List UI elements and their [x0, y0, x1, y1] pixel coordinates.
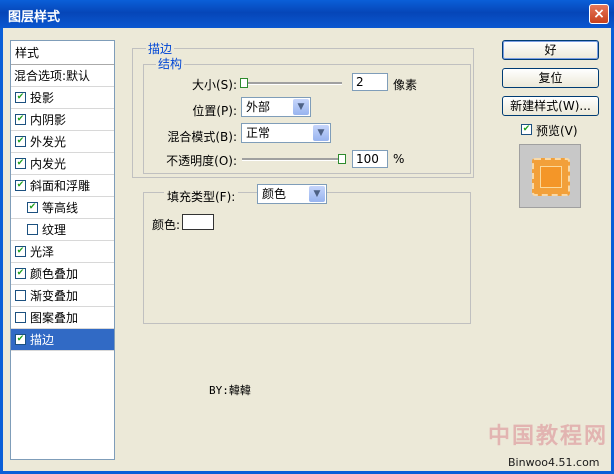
style-checkbox[interactable] — [15, 290, 26, 301]
style-checkbox[interactable]: ✔ — [15, 158, 26, 169]
style-checkbox[interactable] — [27, 224, 38, 235]
preview-checkbox[interactable]: ✔ — [521, 124, 532, 135]
style-list-item-label: 内阴影 — [30, 113, 67, 127]
opacity-label: 不透明度(O): — [166, 154, 237, 168]
position-label: 位置(P): — [192, 104, 237, 118]
style-list: 样式 混合选项:默认 ✔ 投影 ✔ 内阴影 ✔ 外发光 ✔ 内发光 ✔ 斜面和浮雕 ✔ 等高线纹理 ✔ 光… — [10, 40, 115, 460]
preview-inner-shape — [540, 166, 562, 188]
opacity-slider-track[interactable] — [242, 158, 342, 161]
close-button[interactable]: × — [589, 4, 609, 24]
position-value: 外部 — [246, 100, 271, 114]
position-select[interactable]: 外部 ▼ — [241, 97, 311, 117]
style-list-item-label: 斜面和浮雕 — [30, 179, 91, 193]
size-slider-track[interactable] — [242, 82, 342, 85]
chevron-down-icon: ▼ — [293, 99, 309, 115]
opacity-value: 100 — [356, 152, 379, 166]
style-checkbox[interactable]: ✔ — [15, 92, 26, 103]
opacity-slider-thumb[interactable] — [338, 154, 346, 164]
close-icon: × — [593, 6, 605, 22]
size-value: 2 — [356, 75, 364, 89]
fill-group — [143, 192, 471, 324]
fill-type-label: 填充类型(F): — [164, 188, 239, 205]
color-label: 颜色: — [152, 218, 181, 232]
preview-label: 预览(V) — [536, 124, 578, 138]
watermark-site: Binwoo4.51.com — [508, 456, 600, 469]
size-slider-thumb[interactable] — [240, 78, 248, 88]
style-list-item-label: 投影 — [30, 91, 55, 105]
ok-button[interactable]: 好 — [502, 40, 599, 60]
fill-type-value: 颜色 — [262, 187, 287, 201]
style-list-item-label: 纹理 — [42, 223, 67, 237]
chevron-down-icon: ▼ — [313, 125, 329, 141]
style-list-item[interactable]: ✔ 描边 — [11, 329, 114, 351]
chevron-down-icon: ▼ — [309, 186, 325, 202]
style-list-item-label: 外发光 — [30, 135, 67, 149]
style-checkbox[interactable]: ✔ — [15, 180, 26, 191]
style-list-item-label: 内发光 — [30, 157, 67, 171]
style-list-item[interactable]: ✔ 内阴影 — [11, 109, 114, 131]
style-list-item-label: 颜色叠加 — [30, 267, 79, 281]
style-list-item[interactable]: ✔ 投影 — [11, 87, 114, 109]
ok-label: 好 — [544, 43, 557, 57]
style-list-item-label: 图案叠加 — [30, 311, 79, 325]
style-list-item[interactable]: 渐变叠加 — [11, 285, 114, 307]
new-style-label: 新建样式(W)... — [510, 99, 591, 113]
style-list-item[interactable]: 图案叠加 — [11, 307, 114, 329]
reset-button[interactable]: 复位 — [502, 68, 599, 88]
fill-type-select[interactable]: 颜色 ▼ — [257, 184, 327, 204]
size-unit: 像素 — [393, 78, 418, 92]
new-style-button[interactable]: 新建样式(W)... — [502, 96, 599, 116]
reset-label: 复位 — [538, 71, 563, 85]
blend-options-item[interactable]: 混合选项:默认 — [11, 65, 114, 87]
style-checkbox[interactable]: ✔ — [15, 334, 26, 345]
style-checkbox[interactable]: ✔ — [15, 136, 26, 147]
preview-shape — [532, 158, 570, 196]
style-list-header[interactable]: 样式 — [11, 41, 114, 65]
style-list-item-label: 描边 — [30, 333, 55, 347]
style-list-item[interactable]: ✔ 内发光 — [11, 153, 114, 175]
style-checkbox[interactable]: ✔ — [27, 202, 38, 213]
opacity-unit: % — [393, 152, 405, 166]
blend-mode-select[interactable]: 正常 ▼ — [241, 123, 331, 143]
blend-mode-label: 混合模式(B): — [167, 130, 237, 144]
blend-options-label: 混合选项:默认 — [14, 69, 91, 83]
color-swatch[interactable] — [182, 214, 214, 230]
style-list-item-label: 等高线 — [42, 201, 79, 215]
style-checkbox[interactable]: ✔ — [15, 114, 26, 125]
style-list-item-label: 渐变叠加 — [30, 289, 79, 303]
title-bar: 图层样式 × — [0, 0, 614, 28]
style-list-item[interactable]: ✔ 等高线 — [11, 197, 114, 219]
style-list-item[interactable]: ✔ 光泽 — [11, 241, 114, 263]
style-list-item[interactable]: ✔ 颜色叠加 — [11, 263, 114, 285]
size-input[interactable]: 2 — [352, 73, 388, 91]
structure-group-title: 结构 — [156, 55, 185, 72]
style-preview-thumbnail — [519, 144, 581, 208]
blend-mode-value: 正常 — [246, 126, 271, 140]
window-title: 图层样式 — [8, 10, 61, 25]
watermark-logo: 中国教程网 — [488, 424, 609, 449]
opacity-input[interactable]: 100 — [352, 150, 388, 168]
style-checkbox[interactable] — [15, 312, 26, 323]
style-list-item[interactable]: ✔ 外发光 — [11, 131, 114, 153]
style-list-item[interactable]: 纹理 — [11, 219, 114, 241]
style-checkbox[interactable]: ✔ — [15, 268, 26, 279]
style-list-item[interactable]: ✔ 斜面和浮雕 — [11, 175, 114, 197]
style-list-item-label: 光泽 — [30, 245, 55, 259]
style-checkbox[interactable]: ✔ — [15, 246, 26, 257]
size-label: 大小(S): — [191, 78, 237, 92]
signature-text: BY:韓韓 — [209, 384, 251, 397]
